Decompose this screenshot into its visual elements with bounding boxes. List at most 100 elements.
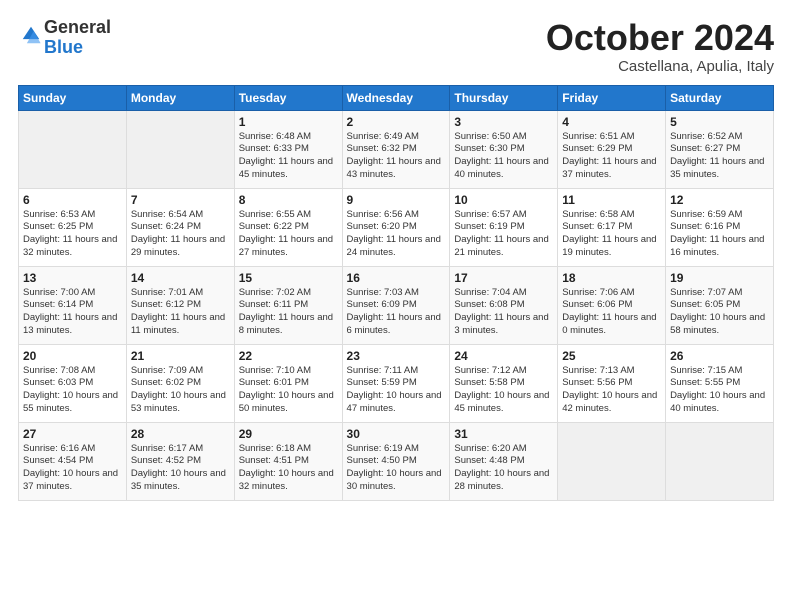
day-number: 6: [23, 193, 122, 207]
day-info: Sunrise: 6:20 AM Sunset: 4:48 PM Dayligh…: [454, 443, 553, 494]
calendar-cell: 28 Sunrise: 6:17 AM Sunset: 4:52 PM Dayli…: [126, 422, 234, 500]
calendar-header: SundayMondayTuesdayWednesdayThursdayFrid…: [19, 85, 774, 110]
calendar-body: 1 Sunrise: 6:48 AM Sunset: 6:33 PM Daylig…: [19, 110, 774, 500]
calendar-cell: 26Sunrise: 7:15 AM Sunset: 5:55 PM Dayli…: [666, 344, 774, 422]
week-row-3: 20 Sunrise: 7:08 AM Sunset: 6:03 PM Dayli…: [19, 344, 774, 422]
subtitle: Castellana, Apulia, Italy: [546, 58, 774, 75]
calendar-cell: [126, 110, 234, 188]
calendar-cell: 18Sunrise: 7:06 AM Sunset: 6:06 PM Dayli…: [558, 266, 666, 344]
day-number: 11: [562, 193, 661, 207]
calendar-cell: 22 Sunrise: 7:10 AM Sunset: 6:01 PM Dayli…: [234, 344, 342, 422]
calendar-cell: 30 Sunrise: 6:19 AM Sunset: 4:50 PM Dayli…: [342, 422, 450, 500]
calendar-cell: 21Sunrise: 7:09 AM Sunset: 6:02 PM Dayli…: [126, 344, 234, 422]
day-number: 2: [347, 115, 446, 129]
day-info: Sunrise: 6:49 AM Sunset: 6:32 PM Dayligh…: [347, 131, 446, 182]
title-block: October 2024 Castellana, Apulia, Italy: [546, 18, 774, 75]
calendar-cell: 6 Sunrise: 6:53 AM Sunset: 6:25 PM Daylig…: [19, 188, 127, 266]
calendar-cell: 5 Sunrise: 6:52 AM Sunset: 6:27 PM Daylig…: [666, 110, 774, 188]
calendar-cell: [19, 110, 127, 188]
header-day-saturday: Saturday: [666, 85, 774, 110]
logo-blue-text: Blue: [44, 37, 83, 57]
day-number: 30: [347, 427, 446, 441]
day-number: 12: [670, 193, 769, 207]
calendar-cell: 11 Sunrise: 6:58 AM Sunset: 6:17 PM Dayli…: [558, 188, 666, 266]
day-info: Sunrise: 6:17 AM Sunset: 4:52 PM Dayligh…: [131, 443, 230, 494]
day-number: 27: [23, 427, 122, 441]
calendar-cell: 2 Sunrise: 6:49 AM Sunset: 6:32 PM Daylig…: [342, 110, 450, 188]
header-day-tuesday: Tuesday: [234, 85, 342, 110]
day-number: 8: [239, 193, 338, 207]
week-row-0: 1 Sunrise: 6:48 AM Sunset: 6:33 PM Daylig…: [19, 110, 774, 188]
week-row-1: 6 Sunrise: 6:53 AM Sunset: 6:25 PM Daylig…: [19, 188, 774, 266]
calendar-cell: 9 Sunrise: 6:56 AM Sunset: 6:20 PM Daylig…: [342, 188, 450, 266]
calendar-cell: 8 Sunrise: 6:55 AM Sunset: 6:22 PM Daylig…: [234, 188, 342, 266]
calendar-cell: 7 Sunrise: 6:54 AM Sunset: 6:24 PM Daylig…: [126, 188, 234, 266]
day-number: 24: [454, 349, 553, 363]
day-number: 9: [347, 193, 446, 207]
day-info: Sunrise: 6:58 AM Sunset: 6:17 PM Dayligh…: [562, 209, 661, 260]
day-info: Sunrise: 7:02 AM Sunset: 6:11 PM Dayligh…: [239, 287, 338, 338]
header-day-monday: Monday: [126, 85, 234, 110]
day-number: 14: [131, 271, 230, 285]
day-info: Sunrise: 7:11 AM Sunset: 5:59 PM Dayligh…: [347, 365, 446, 416]
day-info: Sunrise: 6:16 AM Sunset: 4:54 PM Dayligh…: [23, 443, 122, 494]
calendar-cell: [558, 422, 666, 500]
day-info: Sunrise: 7:07 AM Sunset: 6:05 PM Dayligh…: [670, 287, 769, 338]
calendar-cell: 16 Sunrise: 7:03 AM Sunset: 6:09 PM Dayli…: [342, 266, 450, 344]
calendar-cell: 31 Sunrise: 6:20 AM Sunset: 4:48 PM Dayli…: [450, 422, 558, 500]
day-number: 1: [239, 115, 338, 129]
day-info: Sunrise: 7:00 AM Sunset: 6:14 PM Dayligh…: [23, 287, 122, 338]
day-number: 10: [454, 193, 553, 207]
day-number: 29: [239, 427, 338, 441]
header-day-wednesday: Wednesday: [342, 85, 450, 110]
calendar-page: General Blue October 2024 Castellana, Ap…: [0, 0, 792, 612]
day-info: Sunrise: 6:18 AM Sunset: 4:51 PM Dayligh…: [239, 443, 338, 494]
day-number: 19: [670, 271, 769, 285]
day-info: Sunrise: 6:48 AM Sunset: 6:33 PM Dayligh…: [239, 131, 338, 182]
calendar-cell: 3Sunrise: 6:50 AM Sunset: 6:30 PM Daylig…: [450, 110, 558, 188]
day-number: 3: [454, 115, 553, 129]
day-number: 20: [23, 349, 122, 363]
day-number: 28: [131, 427, 230, 441]
day-number: 17: [454, 271, 553, 285]
week-row-4: 27 Sunrise: 6:16 AM Sunset: 4:54 PM Dayli…: [19, 422, 774, 500]
header-day-friday: Friday: [558, 85, 666, 110]
day-info: Sunrise: 7:06 AM Sunset: 6:06 PM Dayligh…: [562, 287, 661, 338]
day-info: Sunrise: 6:52 AM Sunset: 6:27 PM Dayligh…: [670, 131, 769, 182]
day-number: 16: [347, 271, 446, 285]
day-number: 23: [347, 349, 446, 363]
header-day-sunday: Sunday: [19, 85, 127, 110]
day-number: 25: [562, 349, 661, 363]
day-info: Sunrise: 6:57 AM Sunset: 6:19 PM Dayligh…: [454, 209, 553, 260]
calendar-cell: 25Sunrise: 7:13 AM Sunset: 5:56 PM Dayli…: [558, 344, 666, 422]
day-info: Sunrise: 7:01 AM Sunset: 6:12 PM Dayligh…: [131, 287, 230, 338]
calendar-cell: 12 Sunrise: 6:59 AM Sunset: 6:16 PM Dayli…: [666, 188, 774, 266]
calendar-cell: 14 Sunrise: 7:01 AM Sunset: 6:12 PM Dayli…: [126, 266, 234, 344]
day-info: Sunrise: 7:08 AM Sunset: 6:03 PM Dayligh…: [23, 365, 122, 416]
day-number: 22: [239, 349, 338, 363]
calendar-cell: 20 Sunrise: 7:08 AM Sunset: 6:03 PM Dayli…: [19, 344, 127, 422]
day-number: 31: [454, 427, 553, 441]
header-row: SundayMondayTuesdayWednesdayThursdayFrid…: [19, 85, 774, 110]
day-info: Sunrise: 6:53 AM Sunset: 6:25 PM Dayligh…: [23, 209, 122, 260]
logo-icon: [20, 24, 42, 46]
day-number: 15: [239, 271, 338, 285]
calendar-cell: 15 Sunrise: 7:02 AM Sunset: 6:11 PM Dayli…: [234, 266, 342, 344]
day-info: Sunrise: 7:03 AM Sunset: 6:09 PM Dayligh…: [347, 287, 446, 338]
day-info: Sunrise: 7:10 AM Sunset: 6:01 PM Dayligh…: [239, 365, 338, 416]
month-title: October 2024: [546, 18, 774, 58]
calendar-cell: 1 Sunrise: 6:48 AM Sunset: 6:33 PM Daylig…: [234, 110, 342, 188]
day-info: Sunrise: 6:19 AM Sunset: 4:50 PM Dayligh…: [347, 443, 446, 494]
day-info: Sunrise: 7:09 AM Sunset: 6:02 PM Dayligh…: [131, 365, 230, 416]
header: General Blue October 2024 Castellana, Ap…: [18, 18, 774, 75]
calendar-cell: 17Sunrise: 7:04 AM Sunset: 6:08 PM Dayli…: [450, 266, 558, 344]
calendar-cell: 19 Sunrise: 7:07 AM Sunset: 6:05 PM Dayli…: [666, 266, 774, 344]
week-row-2: 13Sunrise: 7:00 AM Sunset: 6:14 PM Dayli…: [19, 266, 774, 344]
day-info: Sunrise: 6:54 AM Sunset: 6:24 PM Dayligh…: [131, 209, 230, 260]
day-number: 5: [670, 115, 769, 129]
day-number: 7: [131, 193, 230, 207]
day-info: Sunrise: 6:59 AM Sunset: 6:16 PM Dayligh…: [670, 209, 769, 260]
day-info: Sunrise: 7:15 AM Sunset: 5:55 PM Dayligh…: [670, 365, 769, 416]
day-info: Sunrise: 6:56 AM Sunset: 6:20 PM Dayligh…: [347, 209, 446, 260]
day-info: Sunrise: 6:55 AM Sunset: 6:22 PM Dayligh…: [239, 209, 338, 260]
